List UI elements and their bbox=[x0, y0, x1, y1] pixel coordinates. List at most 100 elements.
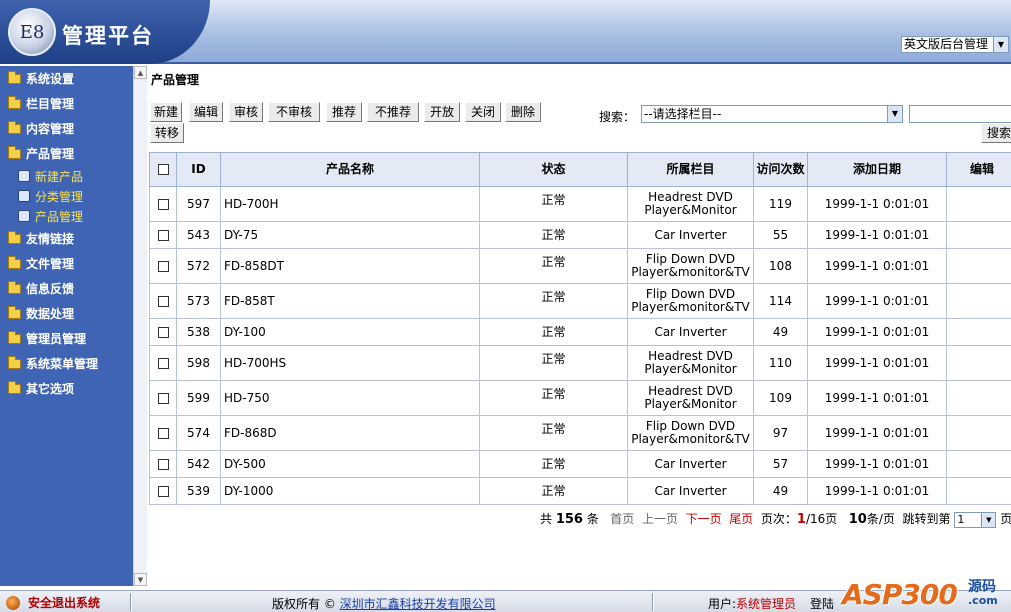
table-row[interactable]: 542 DY-500 正常 Car Inverter 57 1999-1-1 0:01:0… bbox=[149, 450, 1011, 478]
logout-button[interactable]: 安全退出系统 bbox=[6, 594, 100, 611]
next-page-link[interactable]: 下一页 bbox=[686, 512, 722, 526]
close-button[interactable]: 关闭 bbox=[465, 102, 501, 122]
delete-button[interactable]: 删除 bbox=[505, 102, 541, 122]
header-date[interactable]: 添加日期 bbox=[807, 152, 947, 187]
audit-button[interactable]: 审核 bbox=[229, 102, 263, 122]
row-checkbox[interactable] bbox=[157, 260, 169, 272]
last-page-link[interactable]: 尾页 bbox=[729, 512, 753, 526]
cell-status: 正常 bbox=[479, 248, 628, 284]
login-status: 登陆 bbox=[810, 597, 835, 611]
row-select-cell bbox=[149, 248, 177, 284]
unrecommend-button[interactable]: 不推荐 bbox=[367, 102, 419, 122]
row-checkbox[interactable] bbox=[157, 229, 169, 241]
search-input[interactable] bbox=[909, 105, 1011, 123]
company-link[interactable]: 深圳市汇鑫科技开发有限公司 bbox=[340, 597, 496, 611]
row-checkbox[interactable] bbox=[157, 326, 169, 338]
sidebar-item-content-management[interactable]: 内容管理 bbox=[0, 116, 133, 141]
logo-block: E8 管理平台 bbox=[0, 0, 210, 64]
table-row[interactable]: 573 FD-858T 正常 Flip Down DVD Player&monitor… bbox=[149, 283, 1011, 319]
table-row[interactable]: 539 DY-1000 正常 Car Inverter 49 1999-1-1 0:01:… bbox=[149, 477, 1011, 505]
cell-id: 543 bbox=[176, 221, 221, 249]
total-count: 156 bbox=[555, 512, 583, 527]
sidebar-item-data-processing[interactable]: 数据处理 bbox=[0, 301, 133, 326]
cell-id: 539 bbox=[176, 477, 221, 505]
page-jump-select[interactable]: 1 ▼ bbox=[954, 511, 997, 528]
new-button[interactable]: 新建 bbox=[150, 102, 182, 122]
folder-icon bbox=[8, 255, 21, 269]
header-visits[interactable]: 访问次数 bbox=[753, 152, 808, 187]
logo: E8 bbox=[8, 8, 56, 56]
search-category-select[interactable]: --请选择栏目-- ▼ bbox=[641, 105, 903, 123]
footer-divider bbox=[652, 593, 654, 611]
scroll-down-icon[interactable]: ▼ bbox=[134, 573, 147, 586]
table-row[interactable]: 598 HD-700HS 正常 Headrest DVD Player&Monitor… bbox=[149, 345, 1011, 381]
folder-icon bbox=[8, 70, 21, 84]
sidebar-subitem-category-management[interactable]: 分类管理 bbox=[0, 186, 133, 206]
per-page-suffix: 条/页 bbox=[866, 512, 895, 526]
sidebar-item-feedback[interactable]: 信息反馈 bbox=[0, 276, 133, 301]
header-id[interactable]: ID bbox=[176, 152, 221, 187]
sidebar-item-other-options[interactable]: 其它选项 bbox=[0, 376, 133, 401]
sidebar-item-admin-management[interactable]: 管理员管理 bbox=[0, 326, 133, 351]
row-checkbox[interactable] bbox=[157, 458, 169, 470]
prev-page-link[interactable]: 上一页 bbox=[642, 512, 678, 526]
chevron-down-icon: ▼ bbox=[993, 37, 1008, 52]
folder-icon bbox=[8, 380, 21, 394]
sidebar-item-system-settings[interactable]: 系统设置 bbox=[0, 66, 133, 91]
row-checkbox[interactable] bbox=[157, 485, 169, 497]
user-name: 系统管理员 bbox=[736, 597, 797, 611]
edit-button[interactable]: 编辑 bbox=[189, 102, 223, 122]
cell-status: 正常 bbox=[479, 380, 628, 416]
row-select-cell bbox=[149, 415, 177, 451]
move-button[interactable]: 转移 bbox=[150, 123, 184, 143]
sidebar-item-file-management[interactable]: 文件管理 bbox=[0, 251, 133, 276]
cell-edit bbox=[946, 415, 1011, 451]
sidebar-item-column-management[interactable]: 栏目管理 bbox=[0, 91, 133, 116]
search-button[interactable]: 搜索 bbox=[981, 123, 1011, 143]
open-button[interactable]: 开放 bbox=[424, 102, 460, 122]
cell-visits: 110 bbox=[753, 345, 808, 381]
cell-id: 574 bbox=[176, 415, 221, 451]
cell-visits: 114 bbox=[753, 283, 808, 319]
sidebar-item-friend-links[interactable]: 友情链接 bbox=[0, 226, 133, 251]
vertical-scrollbar[interactable]: ▲ ▼ bbox=[133, 66, 147, 586]
cell-date: 1999-1-1 0:01:01 bbox=[807, 221, 947, 249]
folder-icon bbox=[8, 330, 21, 344]
table-row[interactable]: 599 HD-750 正常 Headrest DVD Player&Monitor 10… bbox=[149, 380, 1011, 416]
cell-status: 正常 bbox=[479, 283, 628, 319]
user-info: 用户:系统管理员 bbox=[708, 595, 796, 612]
sidebar-item-product-management[interactable]: 产品管理 bbox=[0, 141, 133, 166]
cell-date: 1999-1-1 0:01:01 bbox=[807, 248, 947, 284]
row-select-cell bbox=[149, 318, 177, 346]
header-status[interactable]: 状态 bbox=[479, 152, 628, 187]
header-category[interactable]: 所属栏目 bbox=[627, 152, 754, 187]
folder-icon bbox=[8, 305, 21, 319]
cell-visits: 97 bbox=[753, 415, 808, 451]
first-page-link[interactable]: 首页 bbox=[610, 512, 634, 526]
sidebar-subitem-new-product[interactable]: 新建产品 bbox=[0, 166, 133, 186]
cell-edit bbox=[946, 221, 1011, 249]
scroll-up-icon[interactable]: ▲ bbox=[134, 66, 147, 79]
row-checkbox[interactable] bbox=[157, 427, 169, 439]
sidebar-subitem-product-management[interactable]: 产品管理 bbox=[0, 206, 133, 226]
sidebar-item-menu-management[interactable]: 系统菜单管理 bbox=[0, 351, 133, 376]
table-row[interactable]: 574 FD-868D 正常 Flip Down DVD Player&monitor… bbox=[149, 415, 1011, 451]
table-row[interactable]: 597 HD-700H 正常 Headrest DVD Player&Monitor 1… bbox=[149, 186, 1011, 222]
cell-category: Car Inverter bbox=[627, 318, 754, 346]
table-row[interactable]: 543 DY-75 正常 Car Inverter 55 1999-1-1 0:01:01 bbox=[149, 221, 1011, 249]
pagination: 共 156 条 首页 上一页 下一页 尾页 页次：1/16页 10条/页 跳转到… bbox=[540, 510, 1011, 528]
header-product-name[interactable]: 产品名称 bbox=[220, 152, 480, 187]
unaudit-button[interactable]: 不审核 bbox=[268, 102, 320, 122]
row-checkbox[interactable] bbox=[157, 198, 169, 210]
watermark-com: .com bbox=[968, 594, 998, 607]
row-checkbox[interactable] bbox=[157, 295, 169, 307]
language-select[interactable]: 英文版后台管理 ▼ bbox=[901, 36, 1009, 53]
row-checkbox[interactable] bbox=[157, 357, 169, 369]
cell-id: 598 bbox=[176, 345, 221, 381]
recommend-button[interactable]: 推荐 bbox=[326, 102, 362, 122]
cell-product-name: FD-868D bbox=[220, 415, 480, 451]
select-all-checkbox[interactable] bbox=[157, 164, 169, 175]
row-checkbox[interactable] bbox=[157, 392, 169, 404]
table-row[interactable]: 572 FD-858DT 正常 Flip Down DVD Player&monito… bbox=[149, 248, 1011, 284]
table-row[interactable]: 538 DY-100 正常 Car Inverter 49 1999-1-1 0:01:0… bbox=[149, 318, 1011, 346]
